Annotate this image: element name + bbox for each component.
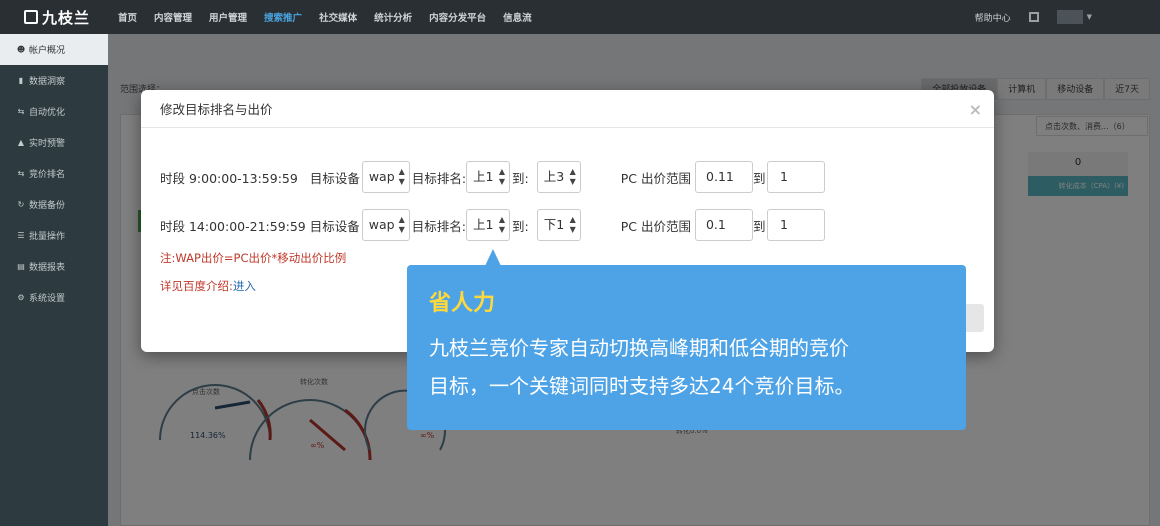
report-icon: ▤ [17, 262, 25, 271]
callout-body: 九枝兰竞价专家自动切换高峰期和低谷期的竞价 目标，一个关键词同时支持多达24个竞… [429, 329, 944, 405]
callout-title: 省人力 [429, 291, 496, 316]
bid-min-input[interactable]: 0.11 [695, 161, 754, 193]
nav-item-content[interactable]: 内容管理 [154, 10, 192, 24]
top-right-tools: 帮助中心 ▼ [975, 0, 1092, 34]
wap-bid-note: 注:WAP出价=PC出价*移动出价比例 [160, 251, 347, 265]
pc-bid-label: PC 出价范围 [620, 170, 692, 186]
nav-item-stats[interactable]: 统计分析 [374, 10, 412, 24]
sidebar-item-label: 数据洞察 [29, 77, 66, 87]
nav-item-search-promo[interactable]: 搜索推广 [264, 10, 302, 24]
sidebar-item-label: 自动优化 [29, 108, 66, 118]
period-label: 时段 9:00:00-13:59:59 [160, 170, 298, 186]
select-arrows-icon: ▲ ▼ [398, 167, 405, 186]
logo-icon [24, 10, 38, 24]
select-arrows-icon: ▲ ▼ [569, 167, 576, 186]
device-label: 目标设备 [309, 170, 360, 186]
logo[interactable]: 九枝兰 [0, 0, 108, 34]
device-value: wap [368, 217, 395, 232]
nav-item-users[interactable]: 用户管理 [209, 10, 247, 24]
modal-title: 修改目标排名与出价 [160, 102, 273, 117]
swap-icon: ⇆ [17, 107, 25, 116]
to-label: 到 [753, 170, 766, 186]
sidebar-item-auto-optimize[interactable]: ⇆ 自动优化 [0, 96, 108, 127]
device-select[interactable]: wap ▲ ▼ [361, 209, 410, 241]
rank-to-select[interactable]: 下1 ▲ ▼ [536, 209, 581, 241]
sidebar-item-bid-ranking[interactable]: ⇆ 竞价排名 [0, 158, 108, 189]
bid-max-input[interactable]: 1 [767, 161, 826, 193]
rank-from-value: 上1 [473, 217, 494, 232]
sidebar-item-reports[interactable]: ▤ 数据报表 [0, 251, 108, 282]
bid-max-input[interactable]: 1 [766, 209, 825, 241]
period-row-1: 时段 9:00:00-13:59:59 目标设备 wap ▲ ▼ 目标排名: 上1… [160, 160, 826, 194]
rank-from-select[interactable]: 上1 ▲ ▼ [466, 161, 511, 193]
bid-min-input[interactable]: 0.1 [694, 209, 753, 241]
to-label: 到: [512, 218, 529, 234]
sidebar-item-label: 实时预警 [29, 139, 66, 149]
close-icon[interactable]: × [969, 100, 982, 119]
callout-line-1: 九枝兰竞价专家自动切换高峰期和低谷期的竞价 [429, 336, 849, 360]
select-arrows-icon: ▲ ▼ [569, 215, 576, 234]
user-menu[interactable] [1056, 10, 1083, 24]
sidebar-item-account-overview[interactable]: ☻ 帐户概况 [0, 34, 108, 65]
warning-icon: ▲ [17, 138, 25, 147]
nav-item-feed[interactable]: 信息流 [503, 10, 532, 24]
logo-text: 九枝兰 [42, 8, 91, 27]
to-label: 到: [512, 170, 529, 186]
callout-line-2: 目标，一个关键词同时支持多达24个竞价目标。 [429, 374, 855, 398]
list-icon: ☰ [17, 231, 25, 240]
sidebar-item-batch-ops[interactable]: ☰ 批量操作 [0, 220, 108, 251]
rank-from-select[interactable]: 上1 ▲ ▼ [466, 209, 510, 241]
pc-bid-label: PC 出价范围 [620, 218, 691, 234]
device-value: wap [368, 169, 395, 184]
rank-label: 目标排名: [411, 218, 466, 234]
nav-item-social[interactable]: 社交媒体 [319, 10, 357, 24]
enter-link[interactable]: 进入 [233, 279, 256, 293]
refresh-icon: ↻ [17, 200, 25, 209]
sidebar: ☻ 帐户概况 ▮ 数据洞察 ⇆ 自动优化 ▲ 实时预警 ⇆ 竞价排名 ↻ 数据备… [0, 34, 108, 526]
swap-icon: ⇆ [17, 169, 25, 178]
nav-item-home[interactable]: 首页 [118, 10, 137, 24]
rank-to-value: 上3 [543, 169, 565, 184]
sidebar-item-settings[interactable]: ⚙ 系统设置 [0, 282, 108, 313]
sidebar-item-label: 帐户概况 [29, 46, 66, 56]
device-select[interactable]: wap ▲ ▼ [361, 161, 410, 193]
rank-to-select[interactable]: 上3 ▲ ▼ [536, 161, 581, 193]
select-arrows-icon: ▲ ▼ [498, 167, 506, 186]
sidebar-item-label: 数据备份 [29, 201, 66, 211]
sidebar-item-label: 系统设置 [29, 294, 66, 304]
callout-pointer [485, 249, 501, 266]
rank-to-value: 下1 [543, 217, 565, 232]
chevron-down-icon[interactable]: ▼ [1087, 13, 1092, 21]
main-nav: 首页 内容管理 用户管理 搜索推广 社交媒体 统计分析 内容分发平台 信息流 [108, 0, 549, 34]
sidebar-item-data-backup[interactable]: ↻ 数据备份 [0, 189, 108, 220]
baidu-detail-note: 详见百度介绍:进入 [160, 278, 256, 294]
sidebar-item-label: 批量操作 [29, 232, 66, 242]
period-row-2: 时段 14:00:00-21:59:59 目标设备 wap ▲ ▼ 目标排名: 上… [160, 208, 825, 242]
modal-header: 修改目标排名与出价 [141, 90, 994, 128]
feature-callout: 省人力 九枝兰竞价专家自动切换高峰期和低谷期的竞价 目标，一个关键词同时支持多达… [407, 265, 966, 430]
detail-prefix: 详见百度介绍: [160, 279, 233, 293]
sidebar-item-label: 竞价排名 [29, 170, 66, 180]
rank-from-value: 上1 [473, 169, 494, 184]
top-nav-bar: 九枝兰 首页 内容管理 用户管理 搜索推广 社交媒体 统计分析 内容分发平台 信… [0, 0, 1160, 34]
sidebar-item-label: 数据报表 [29, 263, 66, 273]
device-label: 目标设备 [309, 218, 360, 234]
to-label: 到 [752, 218, 766, 234]
select-arrows-icon: ▲ ▼ [398, 215, 405, 234]
select-arrows-icon: ▲ ▼ [498, 215, 505, 234]
period-label: 时段 14:00:00-21:59:59 [160, 218, 306, 234]
gear-icon: ⚙ [17, 293, 25, 302]
nav-item-distribution[interactable]: 内容分发平台 [429, 10, 486, 24]
sidebar-item-data-insight[interactable]: ▮ 数据洞察 [0, 65, 108, 96]
bar-chart-icon: ▮ [18, 76, 24, 85]
users-icon: ☻ [16, 45, 26, 54]
sidebar-item-realtime-alert[interactable]: ▲ 实时预警 [0, 127, 108, 158]
rank-label: 目标排名: [411, 170, 467, 186]
qr-code-icon[interactable] [1028, 12, 1039, 22]
help-center-link[interactable]: 帮助中心 [975, 11, 1011, 24]
